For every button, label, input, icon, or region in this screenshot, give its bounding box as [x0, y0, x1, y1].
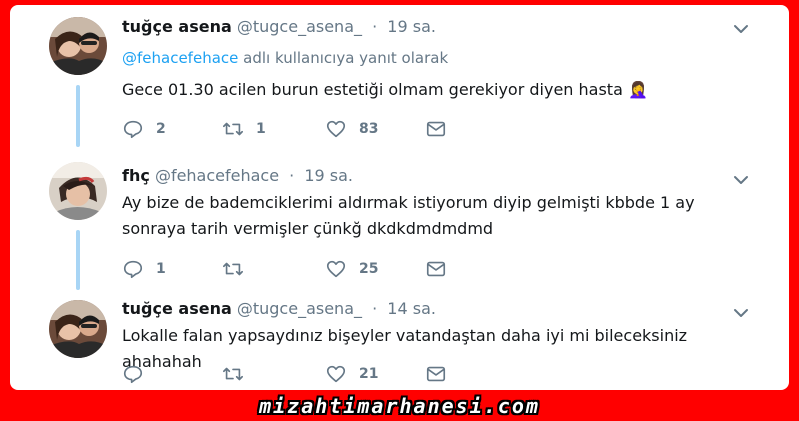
retweet-icon	[223, 122, 243, 136]
reply-context-label: adlı kullanıcıya yanıt olarak	[243, 49, 449, 67]
tweet-header: tuğçe asena @tugce_asena_ · 14 sa.	[122, 299, 436, 318]
separator: ·	[289, 166, 295, 185]
tweet-actions: 21	[122, 363, 462, 385]
tweet-actions: 1 25	[122, 258, 462, 280]
timestamp[interactable]: 19 sa.	[387, 17, 436, 36]
reply-icon	[123, 120, 143, 139]
display-name[interactable]: fhç	[122, 166, 150, 185]
reply-mention-link[interactable]: @fehacefehace	[122, 49, 238, 67]
reply-count: 2	[156, 121, 166, 137]
reply-button[interactable]: 2	[122, 118, 166, 140]
like-count: 21	[359, 366, 379, 382]
reply-button[interactable]	[122, 363, 156, 385]
tweet-1[interactable]: tuğçe asena @tugce_asena_ · 19 sa. @feha…	[10, 5, 789, 150]
direct-message-button[interactable]	[425, 118, 447, 140]
display-name[interactable]: tuğçe asena	[122, 17, 232, 36]
chevron-down-icon[interactable]	[733, 172, 749, 188]
heart-icon	[326, 365, 346, 383]
reply-count: 1	[156, 261, 166, 277]
tweet-header: tuğçe asena @tugce_asena_ · 19 sa.	[122, 17, 436, 36]
timestamp[interactable]: 19 sa.	[304, 166, 353, 185]
display-name[interactable]: tuğçe asena	[122, 299, 232, 318]
like-count: 25	[359, 261, 379, 277]
tweet-3[interactable]: tuğçe asena @tugce_asena_ · 14 sa. Lokal…	[10, 285, 789, 390]
heart-icon	[326, 120, 346, 138]
like-button[interactable]: 25	[325, 258, 378, 280]
separator: ·	[372, 299, 378, 318]
watermark-bar: mizahtimarhanesi.com	[0, 390, 799, 421]
retweet-button[interactable]: 1	[222, 118, 266, 140]
retweet-icon	[223, 262, 243, 276]
avatar[interactable]	[49, 162, 107, 220]
reply-context: @fehacefehace adlı kullanıcıya yanıt ola…	[122, 49, 448, 67]
tweet-text: Ay bize de bademciklerimi aldırmak istiy…	[122, 193, 695, 238]
handle[interactable]: @fehacefehace	[155, 166, 279, 185]
timestamp[interactable]: 14 sa.	[387, 299, 436, 318]
like-button[interactable]: 21	[325, 363, 378, 385]
like-count: 83	[359, 121, 379, 137]
envelope-icon	[426, 366, 446, 382]
retweet-button[interactable]	[222, 363, 256, 385]
chevron-down-icon[interactable]	[733, 21, 749, 37]
reply-icon	[123, 260, 143, 279]
retweet-button[interactable]	[222, 258, 256, 280]
direct-message-button[interactable]	[425, 363, 447, 385]
separator: ·	[372, 17, 378, 36]
direct-message-button[interactable]	[425, 258, 447, 280]
avatar[interactable]	[49, 17, 107, 75]
reply-button[interactable]: 1	[122, 258, 166, 280]
thread-line	[76, 85, 80, 147]
tweet-thread-card: tuğçe asena @tugce_asena_ · 19 sa. @feha…	[10, 5, 789, 390]
thread-line	[76, 230, 80, 290]
like-button[interactable]: 83	[325, 118, 378, 140]
chevron-down-icon[interactable]	[733, 305, 749, 321]
heart-icon	[326, 260, 346, 278]
envelope-icon	[426, 261, 446, 277]
retweet-count: 1	[256, 121, 266, 137]
tweet-actions: 2 1 83	[122, 118, 462, 140]
avatar[interactable]	[49, 300, 107, 358]
tweet-text: Gece 01.30 acilen burun estetiği olmam g…	[122, 80, 648, 99]
tweet-header: fhç @fehacefehace · 19 sa.	[122, 166, 353, 185]
envelope-icon	[426, 121, 446, 137]
tweet-2[interactable]: fhç @fehacefehace · 19 sa. Ay bize de ba…	[10, 150, 789, 290]
handle[interactable]: @tugce_asena_	[237, 17, 362, 36]
watermark: mizahtimarhanesi.com	[259, 393, 540, 418]
retweet-icon	[223, 367, 243, 381]
handle[interactable]: @tugce_asena_	[237, 299, 362, 318]
reply-icon	[123, 365, 143, 384]
